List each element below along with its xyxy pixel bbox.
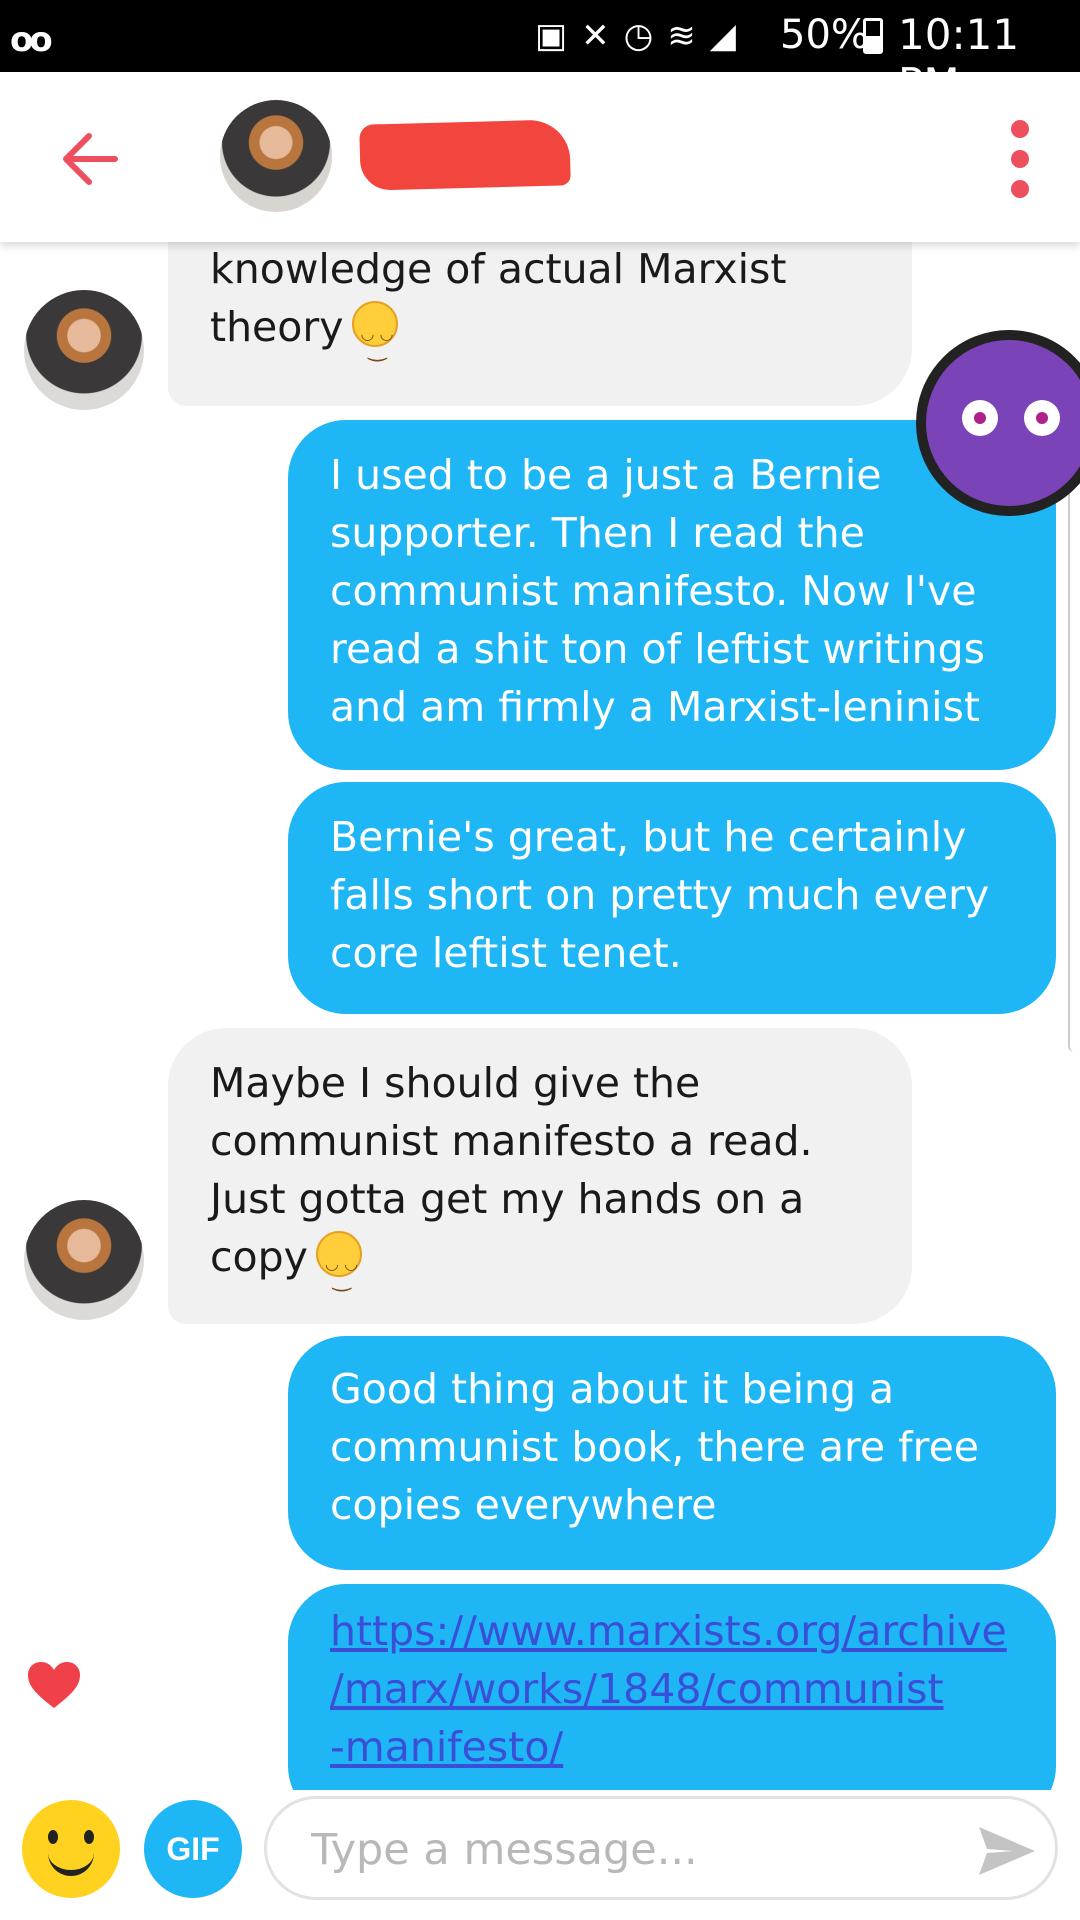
status-bar: oo ▣ ✕ ◷ ≋ ◢ 50% 10:11 PM [0,0,1080,108]
incoming-message: Maybe I should give the communist manife… [168,1028,912,1324]
outgoing-message: https://www.marxists.org/archive /marx/w… [288,1584,1056,1790]
contact-avatar[interactable] [220,100,332,212]
signal-icon: ◢ [709,16,736,56]
smiling-face-icon [351,301,398,379]
kebab-menu-icon[interactable] [1005,120,1035,198]
voicemail-icon: oo [10,20,53,60]
message-text: Maybe I should give the communist manife… [210,1059,813,1281]
avatar[interactable] [24,1200,144,1320]
message-link[interactable]: https://www.marxists.org/archive /marx/w… [330,1607,1007,1771]
message-field[interactable] [264,1796,1058,1900]
incoming-message: knowledge of actual Marxist theory [168,242,912,406]
chat-header [0,72,1080,242]
emoji-button[interactable] [22,1800,120,1898]
redacted-contact-name [359,119,571,191]
mute-icon: ✕ [581,16,610,56]
heart-icon[interactable] [26,1660,82,1710]
vault-icon: ▣ [535,16,568,56]
send-icon[interactable] [975,1819,1039,1883]
wifi-icon: ≋ [667,16,696,56]
smiling-face-icon [315,1231,362,1309]
status-icons: ▣ ✕ ◷ ≋ ◢ [535,14,736,58]
message-list[interactable]: knowledge of actual Marxist theory I use… [0,242,1080,1790]
avatar[interactable] [24,290,144,410]
message-text: Bernie's great, but he certainly falls s… [330,813,990,977]
composer-bar: GIF [0,1790,1080,1920]
message-text: I used to be a just a Bernie supporter. … [330,451,985,731]
outgoing-message: Bernie's great, but he certainly falls s… [288,782,1056,1014]
battery-percent: 50% [780,12,869,58]
scrollbar[interactable] [1068,452,1080,1052]
message-text: knowledge of actual Marxist theory [210,245,787,351]
message-text: Good thing about it being a communist bo… [330,1365,980,1529]
gif-button[interactable]: GIF [144,1800,242,1898]
back-arrow-icon[interactable] [55,124,125,194]
outgoing-message: Good thing about it being a communist bo… [288,1336,1056,1570]
battery-icon [863,18,883,54]
message-input[interactable] [311,1817,911,1883]
alarm-icon: ◷ [623,16,654,56]
